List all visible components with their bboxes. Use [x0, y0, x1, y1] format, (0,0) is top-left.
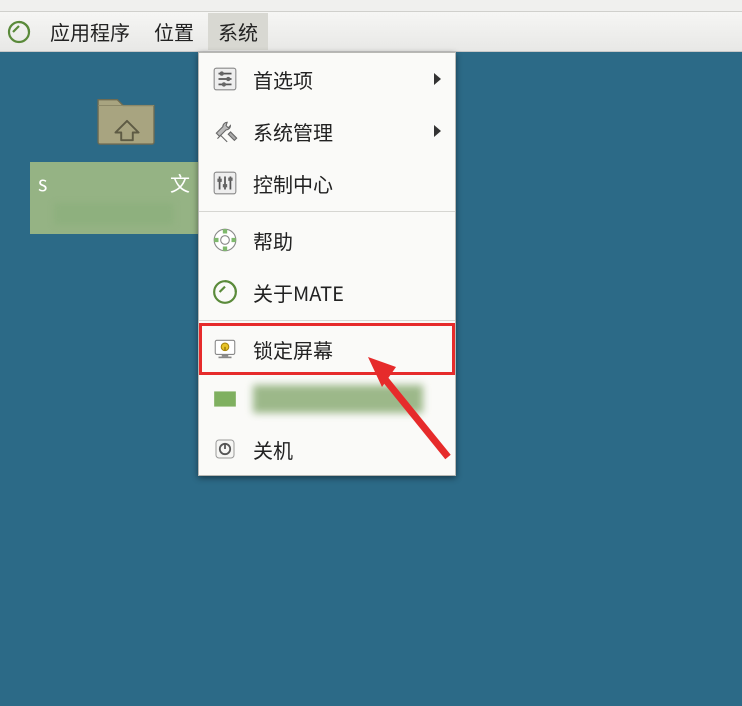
control-panel-icon	[209, 167, 241, 199]
mate-about-icon	[209, 276, 241, 308]
menu-item-help[interactable]: 帮助	[199, 214, 455, 266]
redacted-icon	[209, 383, 241, 415]
menu-item-label: 系统管理	[253, 117, 434, 146]
lock-screen-icon	[209, 333, 241, 365]
window-titlebar-sliver	[0, 0, 742, 12]
menu-item-label: 帮助	[253, 226, 441, 255]
menu-separator	[199, 320, 455, 321]
lifebuoy-icon	[209, 224, 241, 256]
submenu-arrow-icon	[434, 73, 441, 85]
menu-item-label: 控制中心	[253, 169, 441, 198]
top-panel: 应用程序 位置 系统	[0, 12, 742, 52]
desktop-icon-label-selected[interactable]: s 文	[30, 162, 198, 234]
menu-system[interactable]: 系统	[208, 13, 268, 50]
sliders-icon	[209, 63, 241, 95]
desktop-label-fragment-right: 文	[170, 168, 190, 197]
menu-item-administration[interactable]: 系统管理	[199, 105, 455, 157]
menu-item-label: 关于MATE	[253, 278, 441, 307]
home-folder-icon[interactable]	[96, 92, 158, 146]
pixelated-text	[54, 203, 174, 225]
desktop-label-fragment-left: s	[38, 168, 47, 197]
system-menu-dropdown: 首选项 系统管理 控制中心 帮助 关于MATE 锁定屏幕	[198, 52, 456, 476]
menu-places[interactable]: 位置	[144, 13, 204, 50]
menu-item-label: 关机	[253, 435, 441, 464]
mate-logo-icon	[6, 19, 32, 45]
submenu-arrow-icon	[434, 125, 441, 137]
menu-item-preferences[interactable]: 首选项	[199, 53, 455, 105]
menu-item-control-center[interactable]: 控制中心	[199, 157, 455, 209]
pixelated-text	[253, 385, 423, 413]
menu-applications[interactable]: 应用程序	[40, 13, 140, 50]
tools-icon	[209, 115, 241, 147]
menu-item-label: 首选项	[253, 65, 434, 94]
menu-item-label: 锁定屏幕	[253, 335, 441, 364]
menu-item-lock-screen[interactable]: 锁定屏幕	[199, 323, 455, 375]
menu-item-redacted[interactable]	[199, 375, 455, 423]
menu-item-about-mate[interactable]: 关于MATE	[199, 266, 455, 318]
shutdown-icon	[209, 433, 241, 465]
menu-item-shutdown[interactable]: 关机	[199, 423, 455, 475]
menu-separator	[199, 211, 455, 212]
